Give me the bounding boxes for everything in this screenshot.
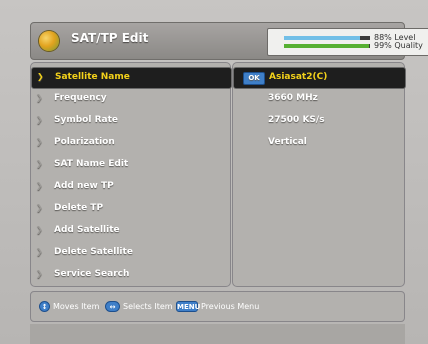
menu-item-service-search[interactable]: ❯ Service Search bbox=[31, 265, 230, 285]
menu-item-sat-name-edit[interactable]: ❯ SAT Name Edit bbox=[31, 155, 230, 175]
chevron-right-icon: ❯ bbox=[36, 247, 43, 256]
level-bar-fill bbox=[284, 36, 360, 40]
menu-item-frequency[interactable]: ❯ Frequency bbox=[31, 89, 230, 109]
satellite-name-value: Asiasat2(C) bbox=[269, 72, 328, 82]
signal-status: 88% Level 99% Quality bbox=[267, 28, 428, 56]
left-right-arrows-icon: ↔ bbox=[105, 301, 120, 312]
value-symbol-rate[interactable]: 27500 KS/s bbox=[233, 111, 404, 131]
menu-item-polarization[interactable]: ❯ Polarization bbox=[31, 133, 230, 153]
menu-item-symbol-rate[interactable]: ❯ Symbol Rate bbox=[31, 111, 230, 131]
menu-key-icon: MENU bbox=[176, 301, 201, 312]
menu-item-label: Delete TP bbox=[54, 203, 104, 213]
screen: SAT/TP Edit 88% Level 99% Quality ❯ Sate… bbox=[0, 0, 428, 344]
chevron-right-icon: ❯ bbox=[36, 159, 43, 168]
chevron-right-icon: ❯ bbox=[36, 225, 43, 234]
menu-item-delete-tp[interactable]: ❯ Delete TP bbox=[31, 199, 230, 219]
help-bar: ↕ Moves Item ↔ Selects Item MENU Previou… bbox=[30, 291, 405, 322]
chevron-right-icon: ❯ bbox=[36, 181, 43, 190]
value-polarization[interactable]: Vertical bbox=[233, 133, 404, 153]
ok-badge: OK bbox=[243, 72, 265, 85]
menu-item-delete-satellite[interactable]: ❯ Delete Satellite bbox=[31, 243, 230, 263]
help-previous-label: Previous Menu bbox=[201, 302, 260, 311]
symbol-rate-value: 27500 KS/s bbox=[268, 115, 325, 125]
chevron-right-icon: ❯ bbox=[36, 203, 43, 212]
help-selects-label: Selects Item bbox=[123, 302, 173, 311]
chevron-right-icon: ❯ bbox=[36, 137, 43, 146]
menu-item-label: Add new TP bbox=[54, 181, 114, 191]
chevron-right-icon: ❯ bbox=[36, 93, 43, 102]
chevron-right-icon: ❯ bbox=[37, 72, 44, 81]
chevron-right-icon: ❯ bbox=[36, 115, 43, 124]
menu-item-label: SAT Name Edit bbox=[54, 159, 129, 169]
menu-item-label: Symbol Rate bbox=[54, 115, 118, 125]
menu-item-label: Add Satellite bbox=[54, 225, 120, 235]
quality-label: 99% Quality bbox=[374, 41, 423, 50]
up-down-arrows-icon: ↕ bbox=[39, 301, 50, 312]
value-frequency[interactable]: 3660 MHz bbox=[233, 89, 404, 109]
value-satellite-name[interactable]: OK Asiasat2(C) bbox=[233, 67, 406, 89]
quality-bar bbox=[284, 44, 370, 48]
title-bar: SAT/TP Edit 88% Level 99% Quality bbox=[30, 22, 428, 60]
menu-item-add-new-tp[interactable]: ❯ Add new TP bbox=[31, 177, 230, 197]
menu-panel: ❯ Satellite Name ❯ Frequency ❯ Symbol Ra… bbox=[30, 62, 232, 287]
satellite-logo-icon bbox=[39, 31, 59, 51]
frequency-value: 3660 MHz bbox=[268, 93, 318, 103]
menu-item-label: Frequency bbox=[54, 93, 107, 103]
level-bar bbox=[284, 36, 370, 40]
menu-item-label: Delete Satellite bbox=[54, 247, 133, 257]
menu-item-label: Service Search bbox=[54, 269, 130, 279]
chevron-right-icon: ❯ bbox=[36, 269, 43, 278]
menu-item-label: Satellite Name bbox=[55, 72, 130, 82]
menu-item-add-satellite[interactable]: ❯ Add Satellite bbox=[31, 221, 230, 241]
help-moves-label: Moves Item bbox=[53, 302, 100, 311]
bottom-strip bbox=[30, 324, 405, 344]
menu-item-satellite-name[interactable]: ❯ Satellite Name bbox=[31, 67, 232, 89]
quality-bar-fill bbox=[284, 44, 370, 48]
value-panel: OK Asiasat2(C) 3660 MHz 27500 KS/s Verti… bbox=[232, 62, 406, 287]
page-title: SAT/TP Edit bbox=[71, 31, 149, 45]
polarization-value: Vertical bbox=[268, 137, 307, 147]
menu-item-label: Polarization bbox=[54, 137, 115, 147]
